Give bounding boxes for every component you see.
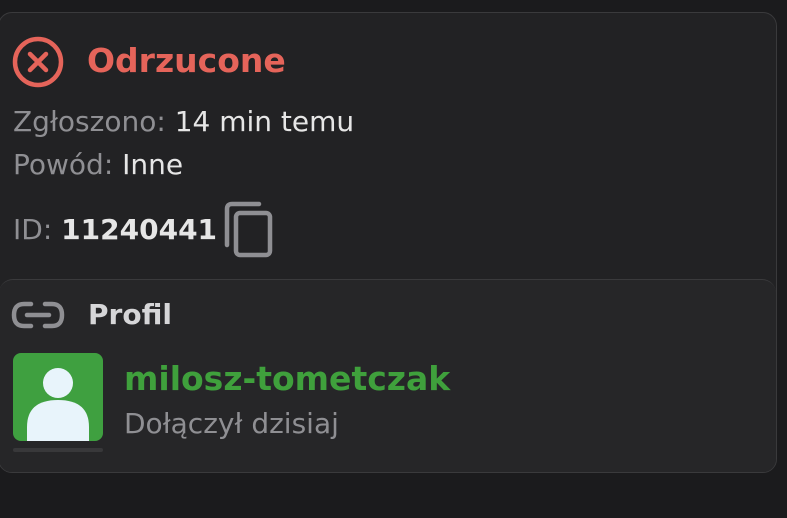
link-icon [11, 301, 65, 329]
report-card: Odrzucone Zgłoszono: 14 min temu Powód: … [0, 12, 777, 473]
x-circle-icon [12, 36, 64, 88]
user-avatar-icon [27, 368, 89, 441]
id-label: ID: [13, 213, 53, 246]
avatar-underline [13, 448, 103, 452]
reason: Powód: Inne [13, 147, 183, 183]
avatar[interactable] [13, 353, 103, 441]
profile-username-link[interactable]: milosz-tometczak [124, 359, 450, 399]
id-value: 11240441 [61, 213, 218, 246]
copy-icon[interactable] [223, 201, 275, 259]
profile-section: Profil milosz-tometczak Dołączył dzisiaj [0, 279, 776, 472]
submitted-label: Zgłoszono: [13, 105, 166, 138]
reason-value: Inne [122, 148, 184, 181]
submitted-time: Zgłoszono: 14 min temu [13, 104, 354, 140]
reason-label: Powód: [13, 148, 114, 181]
report-status-section: Odrzucone Zgłoszono: 14 min temu Powód: … [0, 13, 776, 279]
report-id: ID: 11240441 [13, 212, 217, 248]
status-title: Odrzucone [87, 41, 286, 80]
submitted-value: 14 min temu [174, 105, 355, 138]
profile-joined-date: Dołączył dzisiaj [124, 407, 339, 440]
profile-header: Profil [88, 298, 172, 331]
